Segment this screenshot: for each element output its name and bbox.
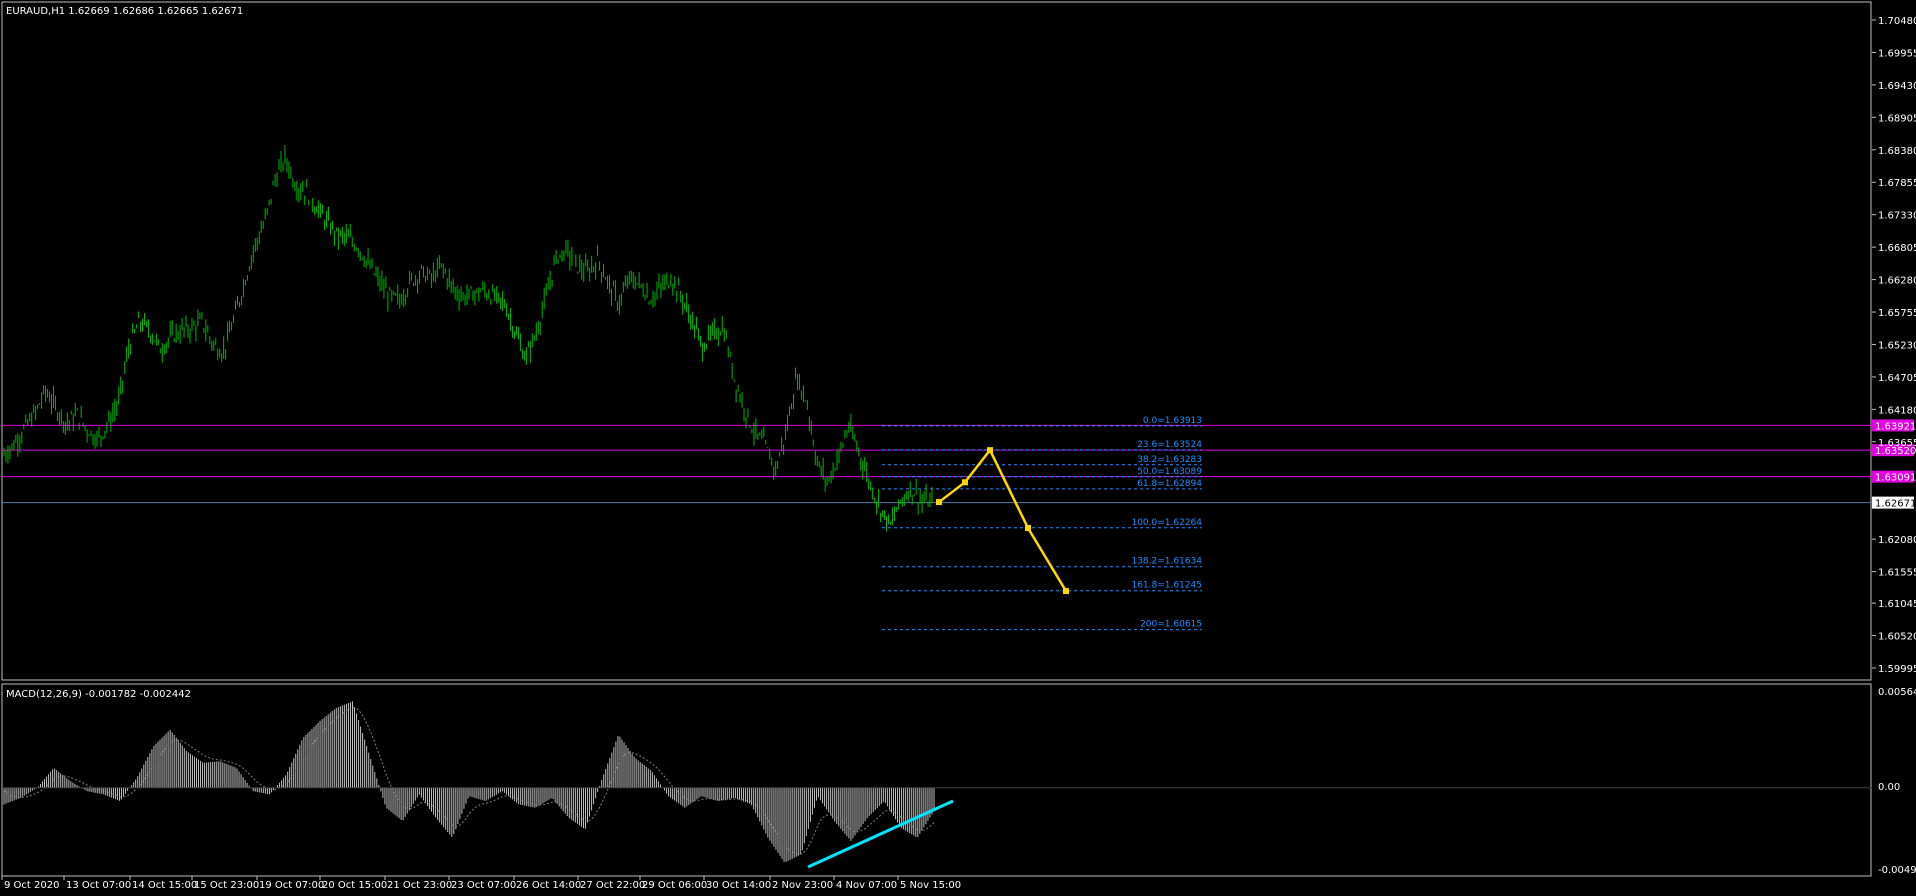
price-tick-label: 1.68380: [1878, 146, 1916, 157]
fib-level-label: 138.2=1.61634: [1131, 557, 1202, 567]
time-label: 5 Nov 15:00: [900, 880, 961, 891]
time-label: 20 Oct 15:00: [322, 880, 387, 891]
fib-level-label: 38.2=1.63283: [1137, 455, 1202, 465]
projection-point[interactable]: [962, 479, 968, 486]
macd-axis-bottom: -0.004942: [1878, 865, 1916, 876]
time-label: 21 Oct 23:00: [387, 880, 452, 891]
price-tick-label: 1.60520: [1878, 632, 1916, 643]
projection-point[interactable]: [987, 447, 993, 454]
time-axis: 9 Oct 2020 13 Oct 07:00 14 Oct 15:0015 Oct…: [1, 876, 961, 891]
fib-level-label: 61.8=1.62894: [1137, 479, 1202, 489]
price-tick-label: 1.65230: [1878, 340, 1916, 351]
time-label: 30 Oct 14:00: [706, 880, 771, 891]
price-tick-label: 1.64705: [1878, 373, 1916, 384]
price-tick-label: 1.62080: [1878, 535, 1916, 546]
fib-level-label: 100.0=1.62264: [1131, 518, 1202, 528]
level-price-label: 1.63091: [1875, 473, 1916, 484]
time-label: 13 Oct 07:00: [66, 880, 131, 891]
projection-point[interactable]: [936, 499, 942, 506]
horizontal-levels[interactable]: 1.639211.635201.630911.62671: [2, 419, 1916, 510]
main-chart-frame: [1, 1, 1872, 681]
symbol-info: EURAUD,H1 1.62669 1.62686 1.62665 1.6267…: [6, 6, 243, 17]
time-label: 29 Oct 06:00: [642, 880, 707, 891]
fib-level-label: 50.0=1.63089: [1137, 467, 1202, 477]
projection-path[interactable]: [936, 447, 1069, 595]
price-tick-label: 1.61555: [1878, 568, 1916, 579]
macd-axis-zero: 0.00: [1878, 782, 1900, 793]
price-tick-label: 1.68905: [1878, 113, 1916, 124]
trend-line[interactable]: [807, 799, 954, 869]
projection-point[interactable]: [1063, 588, 1069, 595]
level-price-label: 1.63921: [1875, 421, 1916, 432]
macd-label: MACD(12,26,9) -0.001782 -0.002442: [6, 689, 191, 700]
price-tick-label: 1.64180: [1878, 405, 1916, 416]
price-tick-label: 1.66805: [1878, 243, 1916, 254]
fibonacci-levels[interactable]: 0.0=1.63913 23.6=1.63524 38.2=1.63283 50.0=…: [882, 416, 1202, 631]
price-tick-label: 1.70480: [1878, 16, 1916, 27]
time-label: 4 Nov 07:00: [836, 880, 897, 891]
price-tick-label: 1.67855: [1878, 178, 1916, 189]
price-tick-label: 1.65755: [1878, 308, 1916, 319]
time-label: 14 Oct 15:00: [132, 880, 197, 891]
chart-canvas[interactable]: 1.639211.635201.630911.62671 0.0=1.63913…: [0, 0, 1916, 896]
fib-level-label: 23.6=1.63524: [1137, 440, 1202, 450]
fib-level-label: 0.0=1.63913: [1143, 416, 1202, 426]
macd-histogram: [2, 701, 1872, 862]
price-tick-label: 1.66280: [1878, 276, 1916, 287]
fib-level-label: 200=1.60615: [1140, 620, 1202, 630]
time-label: 23 Oct 07:00: [451, 880, 516, 891]
time-label: 2 Nov 23:00: [772, 880, 833, 891]
price-tick-label: 1.59995: [1878, 664, 1916, 675]
price-tick-label: 1.69955: [1878, 48, 1916, 59]
macd-panel-frame: [1, 683, 1872, 877]
macd-trend-line[interactable]: [807, 799, 954, 869]
time-label: 9 Oct 2020: [4, 880, 59, 891]
price-candles: [3, 144, 933, 532]
time-label: 15 Oct 23:00: [194, 880, 259, 891]
time-label: 26 Oct 14:00: [516, 880, 581, 891]
price-tick-label: 1.69430: [1878, 81, 1916, 92]
price-axis: 1.70480 1.69955 1.69430 1.68905 1.68380 1.678…: [1872, 16, 1916, 675]
price-tick-label: 1.67330: [1878, 211, 1916, 222]
fib-level-label: 161.8=1.61245: [1131, 581, 1202, 591]
current-price-label: 1.62671: [1875, 499, 1916, 510]
projection-line[interactable]: [938, 447, 1068, 592]
macd-axis-top: 0.005641: [1878, 687, 1916, 698]
price-tick-label: 1.63655: [1878, 438, 1916, 449]
time-label: 27 Oct 22:00: [580, 880, 645, 891]
projection-point[interactable]: [1025, 525, 1031, 532]
time-label: 19 Oct 07:00: [259, 880, 324, 891]
price-tick-label: 1.61045: [1878, 599, 1916, 610]
